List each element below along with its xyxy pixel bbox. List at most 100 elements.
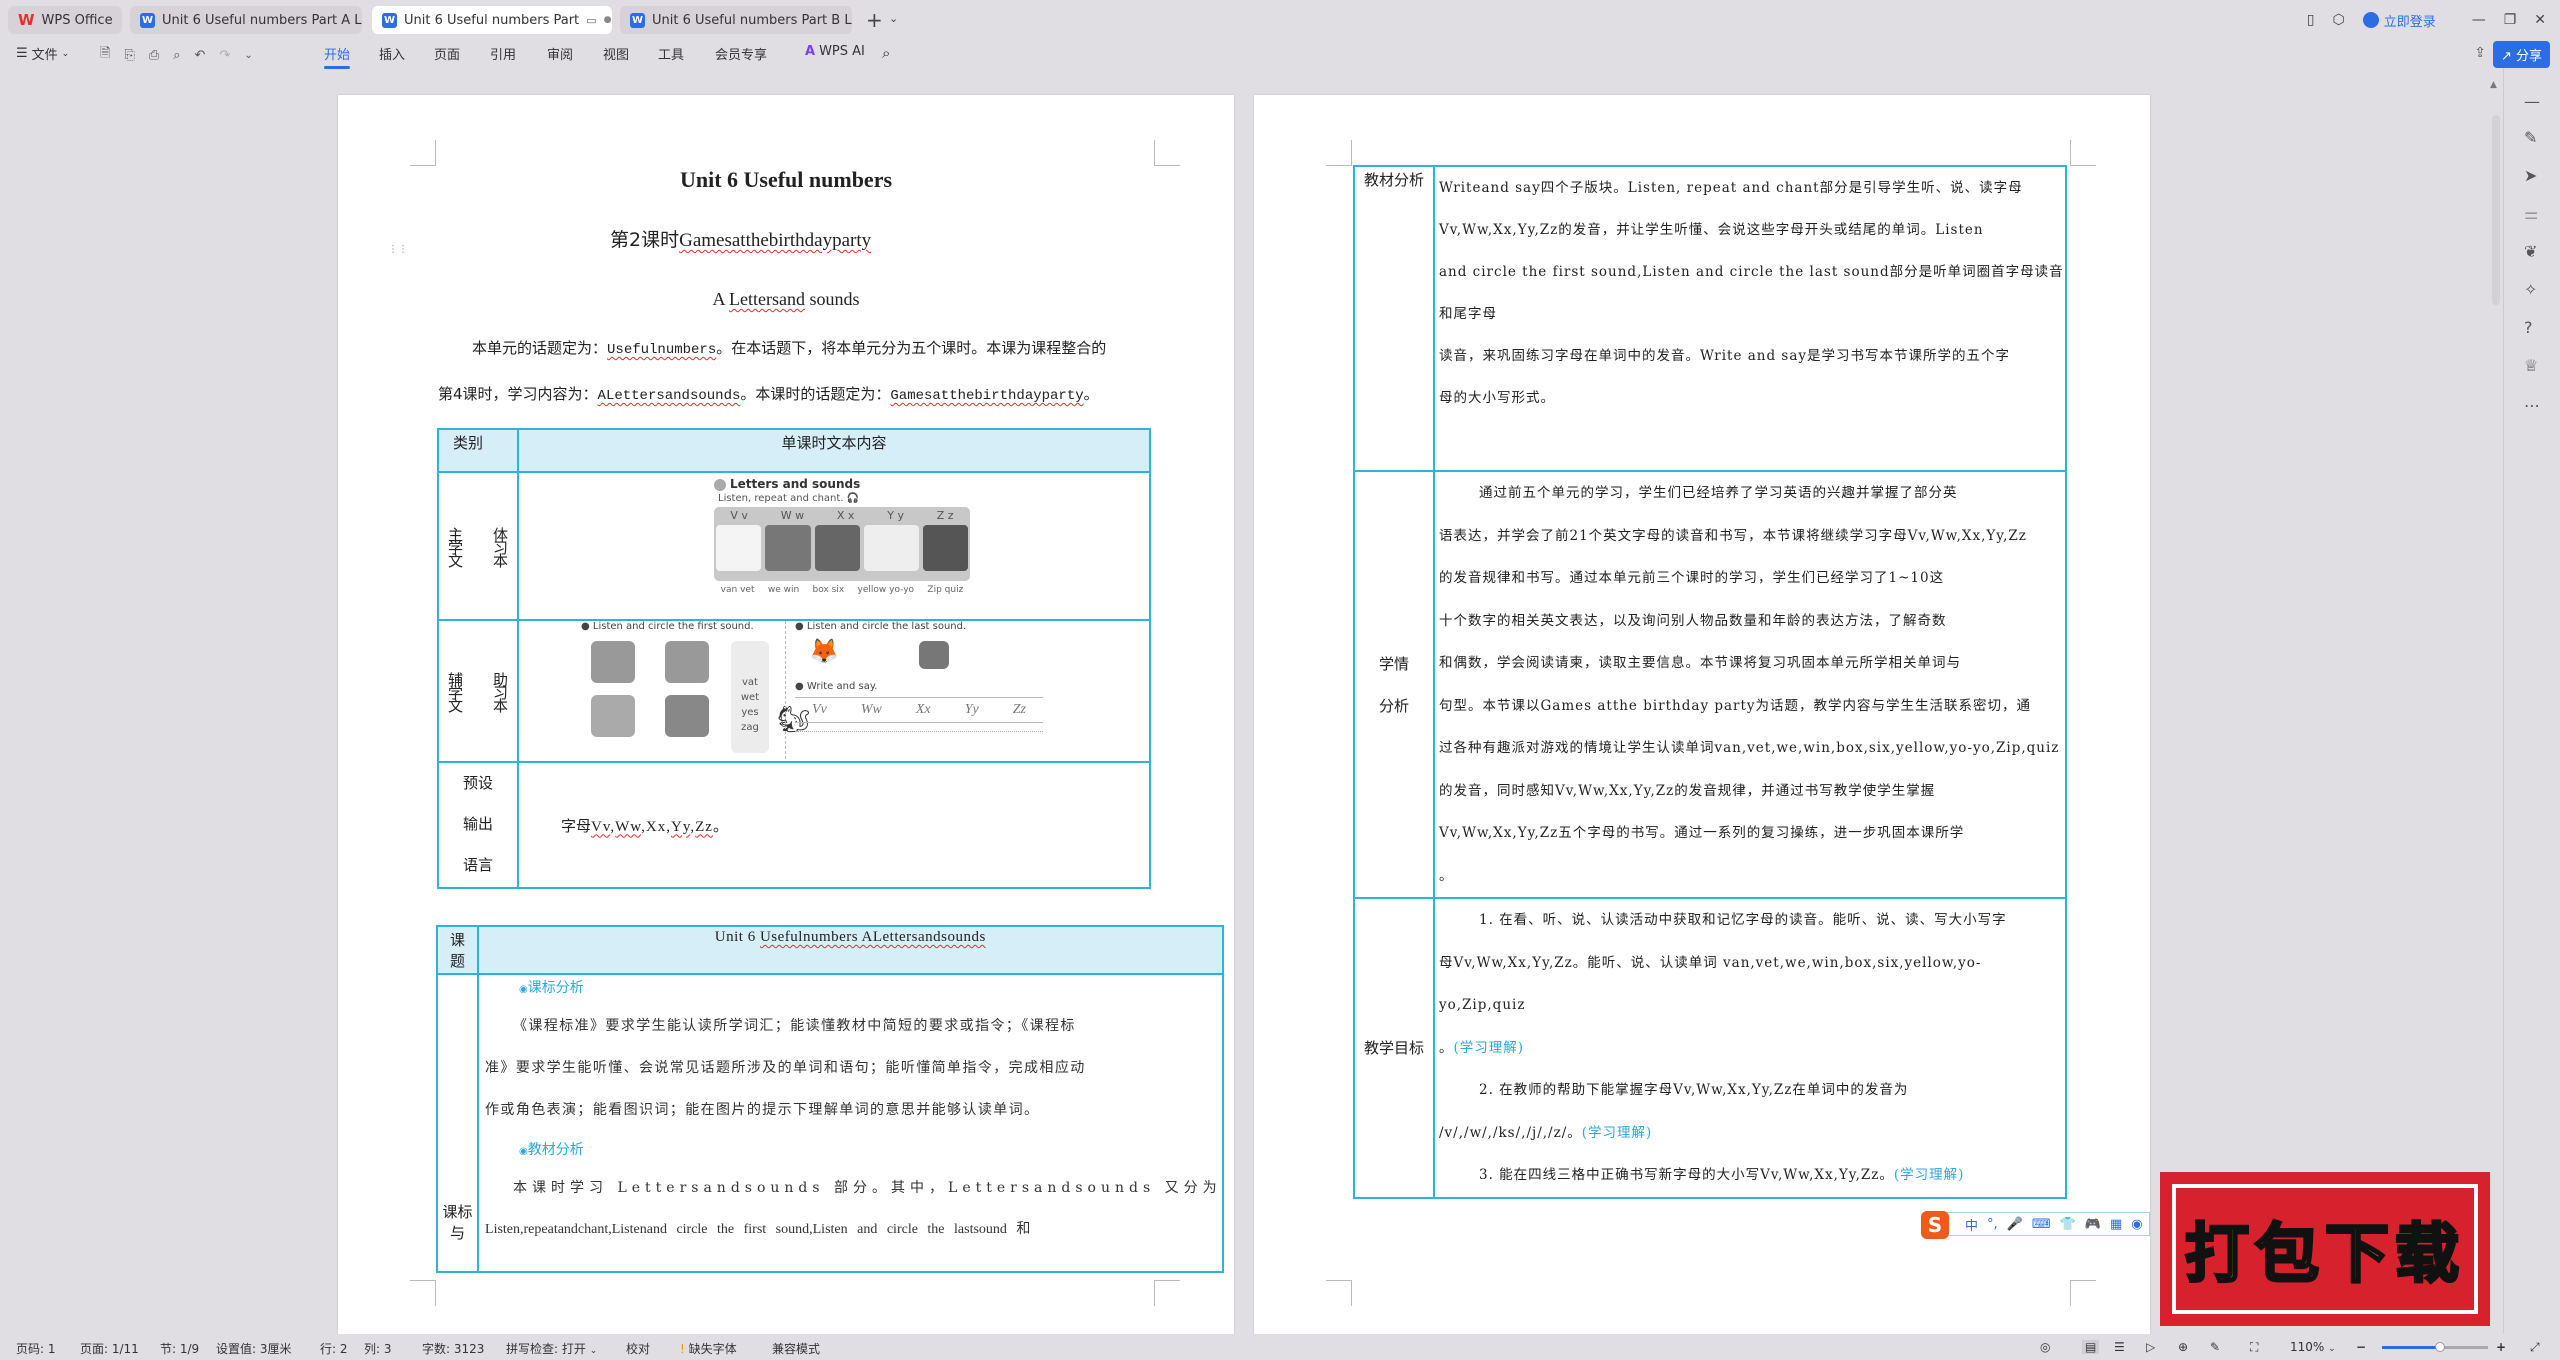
sliders-icon[interactable]: ⚌ — [2524, 204, 2538, 223]
eye-protection-icon[interactable]: ◎ — [2040, 1340, 2050, 1354]
tab-references[interactable]: 引用 — [490, 44, 516, 63]
page-view-icon[interactable]: ▤ — [2082, 1340, 2100, 1354]
status-row[interactable]: 行: 2 — [320, 1340, 348, 1357]
wps-ai-button[interactable]: A WPS AI — [805, 44, 865, 59]
pen-icon[interactable]: ✎ — [2524, 128, 2537, 147]
sogou-logo-icon[interactable]: S — [1921, 1211, 1949, 1239]
ime-language-toggle[interactable]: 中 — [1965, 1215, 1978, 1234]
tab-review[interactable]: 审阅 — [547, 44, 573, 63]
status-word-count[interactable]: 字数: 3123 — [422, 1340, 484, 1357]
drag-handle-icon[interactable]: ⋮⋮ — [388, 245, 408, 255]
zoom-slider[interactable] — [2382, 1342, 2488, 1352]
status-pages[interactable]: 页面: 1/11 — [80, 1340, 139, 1357]
text: 本单元的话题定为： — [472, 339, 608, 357]
help-icon[interactable]: ? — [2524, 318, 2533, 337]
jar-picture-icon — [665, 695, 709, 737]
para-line: 的发音规律和书写。通过本单元前三个课时的学习，学生们已经学习了1~10这 — [1439, 570, 1945, 586]
zoom-slider-knob[interactable] — [2435, 1342, 2446, 1352]
unsaved-dot-icon: ● — [603, 15, 612, 25]
para-line: 句型。本节课以Games atthe birthday party为话题，教学内… — [1439, 697, 2032, 714]
margin-corner — [2070, 140, 2096, 166]
skin-shirt-icon[interactable]: 👕 — [2060, 1217, 2076, 1232]
tab-page[interactable]: 页面 — [434, 44, 460, 63]
zoom-in-icon[interactable]: + — [2496, 1340, 2506, 1354]
theme-icon[interactable]: ❦ — [2524, 242, 2537, 261]
cloud-upload-icon[interactable]: ⇪ — [2474, 45, 2486, 61]
print-preview-icon[interactable]: ⌕ — [173, 48, 180, 63]
write-mode-icon[interactable]: ✎ — [2210, 1340, 2220, 1354]
game-icon[interactable]: 🎮 — [2085, 1217, 2101, 1232]
status-compat-mode[interactable]: 兼容模式 — [772, 1340, 820, 1357]
zoom-out-icon[interactable]: − — [2356, 1340, 2366, 1354]
status-col[interactable]: 列: 3 — [364, 1340, 392, 1357]
restore-icon[interactable]: ❐ — [2504, 12, 2517, 28]
header-category: 类别 — [437, 428, 519, 473]
tab-document-b[interactable]: W Unit 6 Useful numbers Part B Let's — [620, 6, 852, 34]
print-icon[interactable]: ⎙ — [149, 48, 159, 63]
status-section[interactable]: 节: 1/9 — [160, 1340, 199, 1357]
mascot-icon[interactable]: ◉ — [2131, 1217, 2142, 1232]
tab-insert[interactable]: 插入 — [379, 44, 405, 63]
play-icon[interactable]: ▷ — [2146, 1340, 2155, 1354]
zoom-level[interactable]: 110% ⌄ — [2290, 1340, 2336, 1354]
status-spell-check[interactable]: 拼写检查: 打开 ⌄ — [506, 1340, 597, 1357]
status-proofread[interactable]: 校对 — [626, 1340, 650, 1357]
save-icon[interactable]: 🗎 — [100, 44, 110, 66]
warning-icon: ! — [680, 1342, 685, 1356]
tab-document-current[interactable]: W Unit 6 Useful numbers Part ▭ ● — [372, 6, 612, 34]
search-icon[interactable]: ⌕ — [882, 44, 890, 62]
more-icon[interactable]: ⋯ — [2524, 396, 2540, 415]
login-button[interactable]: 立即登录 — [2362, 11, 2436, 30]
punctuation-icon[interactable]: °, — [1987, 1217, 1998, 1232]
skin-icon[interactable]: ♕ — [2524, 356, 2538, 375]
status-missing-font[interactable]: ! 缺失字体 — [680, 1340, 737, 1357]
tab-list-chevron-icon[interactable]: ⌄ — [889, 12, 898, 25]
layout-icon[interactable]: ▯ — [2307, 12, 2315, 28]
apps-grid-icon[interactable]: ▦ — [2110, 1217, 2122, 1232]
document-page-1[interactable]: Unit 6 Useful numbers 第2课时Gamesatthebirt… — [338, 95, 1234, 1340]
outline-view-icon[interactable]: ☰ — [2114, 1340, 2125, 1354]
section-word: Lettersand — [729, 289, 805, 309]
word: wet — [740, 692, 760, 703]
download-banner[interactable]: 打包下载 — [2160, 1172, 2490, 1326]
minimize-icon[interactable]: — — [2472, 12, 2486, 28]
share-button[interactable]: ↗ 分享 — [2492, 41, 2550, 68]
tab-home[interactable]: 开始 — [324, 44, 351, 69]
export-pdf-icon[interactable]: ⎘ — [124, 48, 134, 63]
lesson-number: 第2课时 — [610, 229, 680, 251]
web-view-icon[interactable]: ⊕ — [2178, 1340, 2188, 1354]
status-setting[interactable]: 设置值: 3厘米 — [216, 1340, 292, 1357]
document-page-2[interactable]: 教材分析 Writeand say四个子版块。Listen, repeat an… — [1254, 95, 2150, 1340]
collapse-icon[interactable]: — — [2524, 92, 2540, 111]
label-line: 分析 — [1378, 696, 1409, 715]
scroll-up-icon[interactable]: ▲ — [2490, 80, 2497, 90]
cursor-icon[interactable]: ➤ — [2524, 166, 2537, 185]
fit-page-icon[interactable]: ⛶ — [2250, 1340, 2258, 1355]
tab-document-a[interactable]: W Unit 6 Useful numbers Part A Let's — [130, 6, 362, 34]
tab-wps-office[interactable]: W WPS Office — [8, 6, 122, 34]
fullscreen-icon[interactable]: ⤢ — [2530, 1340, 2540, 1355]
keyboard-icon[interactable]: ⌨ — [2032, 1217, 2051, 1232]
vertical-scrollbar[interactable] — [2492, 115, 2500, 305]
status-page-number[interactable]: 页码: 1 — [16, 1340, 56, 1357]
new-tab-plus-icon[interactable]: + — [866, 8, 883, 32]
van-picture-icon — [716, 525, 762, 571]
cube-icon[interactable]: ⬡ — [2332, 12, 2344, 28]
tab-member[interactable]: 会员专享 — [715, 44, 767, 63]
close-icon[interactable]: ✕ — [2534, 12, 2546, 28]
file-menu[interactable]: ☰ 文件 ⌄ — [16, 44, 69, 63]
undo-icon[interactable]: ↶ — [195, 48, 206, 63]
margin-corner — [1326, 1280, 1352, 1306]
zoom-value: 110% — [2290, 1340, 2325, 1354]
redo-icon[interactable]: ↷ — [219, 48, 230, 63]
tab-tools[interactable]: 工具 — [658, 44, 684, 63]
heading-text: 教材分析 — [527, 1142, 584, 1158]
ribbon-toolbar: ☰ 文件 ⌄ 🗎 ⎘ ⎙ ⌕ ↶ ↷ ⌄ 开始 插入 页面 引用 审阅 视图 工… — [0, 40, 2560, 69]
image-title: Letters and sounds — [714, 477, 974, 491]
header-topic: 课题 — [435, 925, 480, 975]
more-chevron-icon[interactable]: ⌄ — [244, 50, 252, 61]
microphone-icon[interactable]: 🎤 — [2007, 1217, 2023, 1232]
para-line: 通过前五个单元的学习，学生们已经培养了学习英语的兴趣并掌握了部分英 — [1479, 485, 1958, 501]
tab-view[interactable]: 视图 — [603, 44, 629, 63]
magic-tools-icon[interactable]: ✧ — [2524, 280, 2537, 299]
